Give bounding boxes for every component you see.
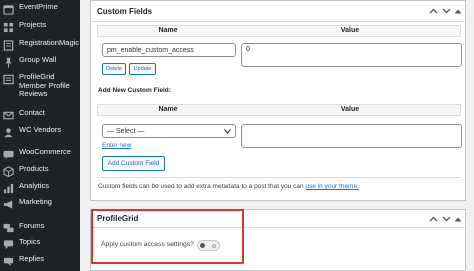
apply-custom-access-toggle[interactable] (197, 240, 220, 251)
sidebar-item-label: RegistrationMagic (19, 38, 80, 47)
sidebar-item-registrationmagic[interactable]: RegistrationMagic (0, 38, 80, 51)
sidebar-item-profile-reviews[interactable]: ProfileGrid Member Profile Reviews (0, 72, 80, 99)
replies-icon (3, 256, 14, 267)
custom-field-value-textarea[interactable]: 0 (241, 43, 462, 67)
reviews-icon (3, 74, 14, 85)
sidebar-item-marketing[interactable]: Marketing (0, 197, 80, 210)
woocommerce-icon (3, 149, 14, 160)
sidebar-item-eventprime[interactable]: EventPrime (0, 2, 80, 15)
sidebar-item-label: Topics (19, 237, 41, 246)
calendar-icon (3, 4, 14, 15)
sidebar-item-label: Group Wall (19, 55, 57, 64)
sidebar-item-label: ProfileGrid Member Profile Reviews (19, 72, 70, 98)
vendors-icon (3, 127, 14, 138)
header-divider (91, 21, 465, 22)
name-column-header: Name (158, 106, 178, 113)
apply-custom-access-label: Apply custom access settings? (101, 241, 194, 248)
help-text: Custom fields can be used to add extra m… (98, 183, 304, 190)
pushpin-icon (3, 57, 14, 68)
sidebar-item-label: WC Vendors (19, 125, 62, 134)
custom-field-name-input[interactable]: pm_enable_custom_access (102, 43, 236, 57)
name-column-header: Name (158, 27, 178, 34)
caret-up-icon[interactable] (452, 5, 464, 17)
sidebar-item-projects[interactable]: Projects (0, 20, 80, 33)
new-field-value-textarea[interactable] (241, 124, 462, 148)
custom-field-key-select[interactable]: — Select — (102, 124, 236, 138)
toggle-off-indicator (212, 243, 216, 248)
help-divider (97, 177, 461, 178)
use-in-theme-link[interactable]: use in your theme. (305, 183, 358, 190)
forums-icon (3, 223, 14, 234)
sidebar-item-forums[interactable]: Forums (0, 221, 80, 234)
sidebar-item-label: Products (19, 164, 49, 173)
caret-up-icon[interactable] (452, 213, 464, 225)
sidebar-item-label: Replies (19, 254, 45, 263)
custom-fields-title: Custom Fields (97, 7, 153, 16)
add-custom-field-button[interactable]: Add Custom Field (102, 156, 165, 171)
delete-button[interactable]: Delete (102, 63, 126, 75)
chevron-up-icon[interactable] (427, 5, 439, 17)
admin-sidebar: EventPrime Projects RegistrationMagic Gr… (0, 0, 80, 271)
update-button[interactable]: Update (129, 63, 156, 75)
sidebar-item-label: Marketing (19, 197, 52, 206)
chevron-up-icon[interactable] (427, 213, 439, 225)
custom-fields-help-text: Custom fields can be used to add extra m… (98, 183, 359, 190)
custom-fields-panel: Custom Fields Name Value pm_enable_custo… (90, 0, 466, 201)
envelope-icon (3, 110, 14, 121)
add-new-field-heading: Add New Custom Field: (98, 87, 171, 94)
sidebar-item-contact[interactable]: Contact (0, 108, 80, 121)
products-icon (3, 166, 14, 177)
sidebar-item-products[interactable]: Products (0, 164, 80, 177)
select-chevron-down-icon (224, 128, 231, 134)
select-value: — Select — (107, 127, 145, 135)
sidebar-item-replies[interactable]: Replies (0, 254, 80, 267)
sidebar-item-wc-vendors[interactable]: WC Vendors (0, 125, 80, 138)
sidebar-item-label: Analytics (19, 181, 50, 190)
sidebar-item-topics[interactable]: Topics (0, 237, 80, 250)
value-column-header: Value (340, 27, 360, 34)
chevron-down-icon[interactable] (440, 5, 452, 17)
sidebar-item-woocommerce[interactable]: WooCommerce (0, 147, 80, 160)
toggle-knob (200, 243, 205, 248)
sidebar-item-label: Projects (19, 20, 47, 29)
sidebar-item-label: WooCommerce (19, 147, 71, 156)
megaphone-icon (3, 199, 14, 210)
topics-icon (3, 239, 14, 250)
value-column-header: Value (340, 106, 360, 113)
analytics-icon (3, 183, 14, 194)
chevron-down-icon[interactable] (440, 213, 452, 225)
sidebar-item-label: Forums (19, 221, 45, 230)
profilegrid-title: ProfileGrid (97, 214, 139, 223)
sidebar-item-analytics[interactable]: Analytics (0, 181, 80, 194)
sidebar-item-group-wall[interactable]: Group Wall (0, 55, 80, 68)
projects-icon (3, 22, 14, 33)
registration-magic-icon (3, 40, 14, 51)
enter-new-link[interactable]: Enter new (102, 142, 131, 149)
sidebar-item-label: EventPrime (19, 2, 58, 11)
sidebar-item-label: Contact (19, 108, 45, 117)
